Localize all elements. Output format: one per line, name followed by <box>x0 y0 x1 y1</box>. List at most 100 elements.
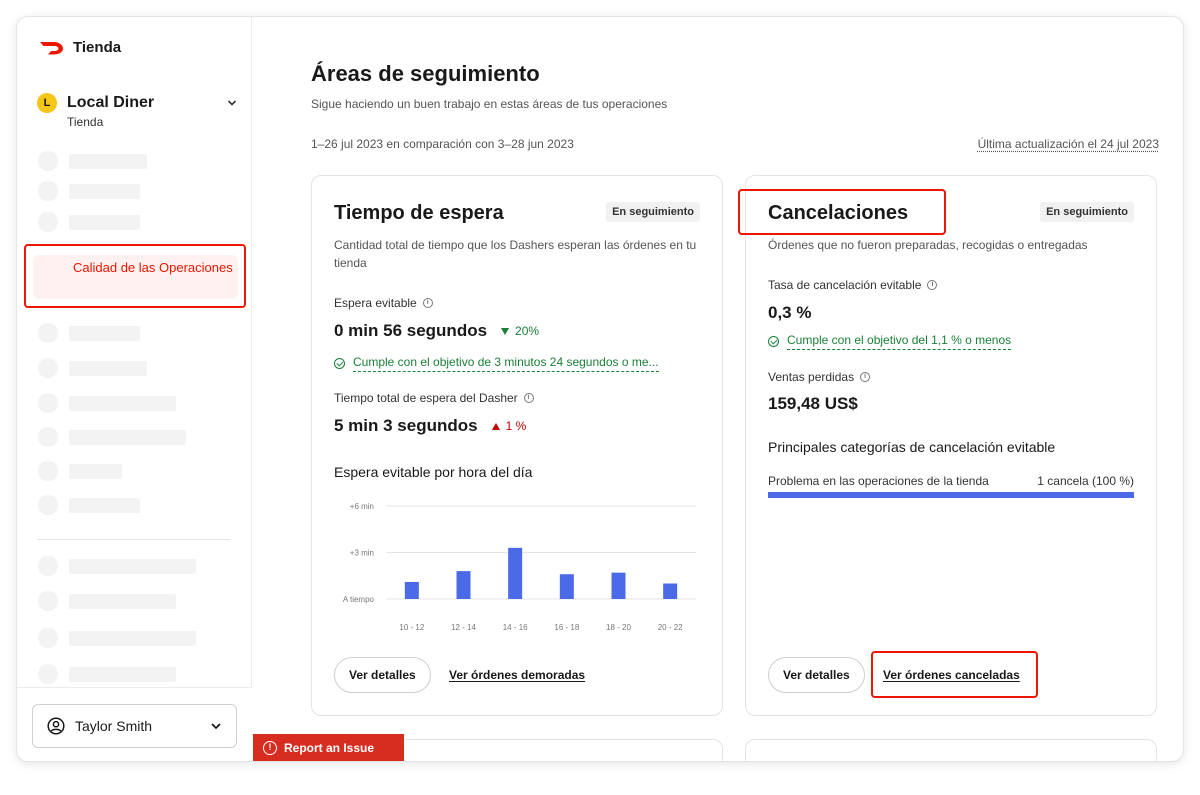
nav-placeholder <box>38 628 196 648</box>
category-bar-fill <box>768 492 1134 498</box>
nav-placeholder <box>38 181 140 201</box>
wait-time-card: Tiempo de espera En seguimiento Cantidad… <box>311 175 723 716</box>
user-icon <box>47 717 65 735</box>
metric-label-text: Tiempo total de espera del Dasher <box>334 391 518 405</box>
info-icon[interactable]: i <box>422 298 433 308</box>
alert-icon: ! <box>263 740 277 755</box>
nav-placeholder <box>38 358 147 378</box>
status-badge: En seguimiento <box>606 202 700 222</box>
nav-placeholder <box>38 556 196 576</box>
card-description: Órdenes que no fueron preparadas, recogi… <box>768 238 1088 252</box>
cancel-rate-goal[interactable]: Cumple con el objetivo del 1,1 % o menos <box>768 333 1012 350</box>
main-content: Áreas de seguimiento Sigue haciendo un b… <box>252 17 1183 761</box>
info-icon[interactable]: i <box>523 393 534 403</box>
sidebar-divider <box>37 539 230 540</box>
cancel-rate-value: 0,3 % <box>768 303 812 322</box>
category-bar <box>768 492 1134 498</box>
wait-by-hour-chart: A tiempo +3 min +6 min 10 - 12 12 - 14 14 - 1… <box>343 502 696 632</box>
delta-value: 1 % <box>505 419 527 433</box>
bar <box>456 571 471 599</box>
chevron-down-icon <box>227 100 237 106</box>
card-title: Tiempo de espera <box>334 202 504 224</box>
highlight-box <box>738 189 946 235</box>
goal-text: Cumple con el objetivo del 1,1 % o menos <box>787 333 1012 350</box>
card-description: Cantidad total de tiempo que los Dashers… <box>334 238 697 270</box>
nav-placeholder <box>38 461 122 481</box>
bar <box>611 572 626 599</box>
y-tick-label: +6 min <box>350 502 374 511</box>
user-menu-button[interactable]: Taylor Smith <box>32 704 237 748</box>
total-wait-label: Tiempo total de espera del Dasher i <box>334 391 534 405</box>
details-button[interactable]: Ver detalles <box>768 657 865 693</box>
app-window: Tienda L Local Diner Tienda Calidad de l… <box>16 16 1184 762</box>
sidebar: Tienda L Local Diner Tienda Calidad de l… <box>17 17 252 761</box>
user-name: Taylor Smith <box>75 718 153 734</box>
category-label: Problema en las operaciones de la tienda <box>768 474 989 488</box>
nav-placeholder <box>38 323 140 343</box>
last-update[interactable]: Última actualización el 24 jul 2023 <box>978 137 1159 151</box>
report-issue-button[interactable]: ! Report an Issue <box>253 734 404 761</box>
lost-sales-value: 159,48 US$ <box>768 394 858 413</box>
brand[interactable]: Tienda <box>39 39 121 56</box>
triangle-up-icon <box>491 422 500 430</box>
delayed-orders-link[interactable]: Ver órdenes demoradas <box>449 668 585 682</box>
date-range: 1–26 jul 2023 en comparación con 3–28 ju… <box>311 137 574 151</box>
x-tick-label: 18 - 20 <box>606 623 631 632</box>
avoidable-wait-value: 0 min 56 segundos 20% <box>334 321 539 341</box>
doordash-logo-icon <box>40 41 63 54</box>
nav-placeholder <box>38 212 140 232</box>
x-tick-label: 10 - 12 <box>399 623 424 632</box>
highlight-box <box>24 244 246 308</box>
status-badge: En seguimiento <box>1040 202 1134 222</box>
page-title: Áreas de seguimiento <box>311 61 540 86</box>
total-wait-value: 5 min 3 segundos 1 % <box>334 416 526 436</box>
x-tick-label: 20 - 22 <box>658 623 683 632</box>
x-tick-label: 16 - 18 <box>554 623 579 632</box>
goal-text: Cumple con el objetivo de 3 minutos 24 s… <box>353 355 659 372</box>
page-subtitle: Sigue haciendo un buen trabajo en estas … <box>311 97 668 111</box>
nav-placeholder <box>38 393 176 413</box>
sidebar-footer: Taylor Smith <box>17 687 252 761</box>
report-issue-label: Report an Issue <box>284 740 375 755</box>
y-tick-label: +3 min <box>350 549 374 558</box>
cancellations-card: Cancelaciones En seguimiento Órdenes que… <box>738 175 1157 716</box>
nav-placeholder <box>38 427 186 447</box>
nav-placeholder <box>38 495 140 515</box>
metric-value-text: 5 min 3 segundos <box>334 416 478 435</box>
details-button[interactable]: Ver detalles <box>334 657 431 693</box>
chevron-down-icon <box>211 723 221 730</box>
store-subtitle: Tienda <box>67 115 104 129</box>
y-tick-label: A tiempo <box>343 595 375 604</box>
delta-up: 1 % <box>491 419 527 433</box>
metric-label-text: Espera evitable <box>334 296 417 310</box>
store-name: Local Diner <box>67 94 155 111</box>
categories-title: Principales categorías de cancelación ev… <box>768 439 1056 455</box>
x-tick-label: 12 - 14 <box>451 623 476 632</box>
category-row: Problema en las operaciones de la tienda… <box>768 474 1134 488</box>
bar <box>404 581 419 599</box>
check-circle-icon <box>768 336 779 347</box>
bar <box>508 547 523 599</box>
triangle-down-icon <box>501 327 510 335</box>
avoidable-wait-goal[interactable]: Cumple con el objetivo de 3 minutos 24 s… <box>334 355 659 372</box>
check-circle-icon <box>334 358 345 369</box>
cancel-rate-label: Tasa de cancelación evitable i <box>768 278 938 292</box>
card-preview <box>745 739 1157 761</box>
x-tick-label: 14 - 16 <box>503 623 528 632</box>
metric-label-text: Tasa de cancelación evitable <box>768 278 922 292</box>
metric-label-text: Ventas perdidas <box>768 370 855 384</box>
store-avatar: L <box>37 93 57 113</box>
bar <box>559 574 574 599</box>
lost-sales-label: Ventas perdidas i <box>768 370 871 384</box>
bar <box>663 583 678 599</box>
delta-value: 20% <box>515 324 540 338</box>
category-count: 1 cancela (100 %) <box>1037 474 1134 488</box>
info-icon[interactable]: i <box>860 372 871 382</box>
nav-placeholder <box>38 591 176 611</box>
delta-down: 20% <box>501 324 539 338</box>
metric-value-text: 0 min 56 segundos <box>334 321 488 340</box>
highlight-box <box>871 651 1038 698</box>
nav-placeholder <box>38 664 176 684</box>
store-switcher[interactable]: L Local Diner Tienda <box>37 93 237 129</box>
info-icon[interactable]: i <box>927 280 938 290</box>
